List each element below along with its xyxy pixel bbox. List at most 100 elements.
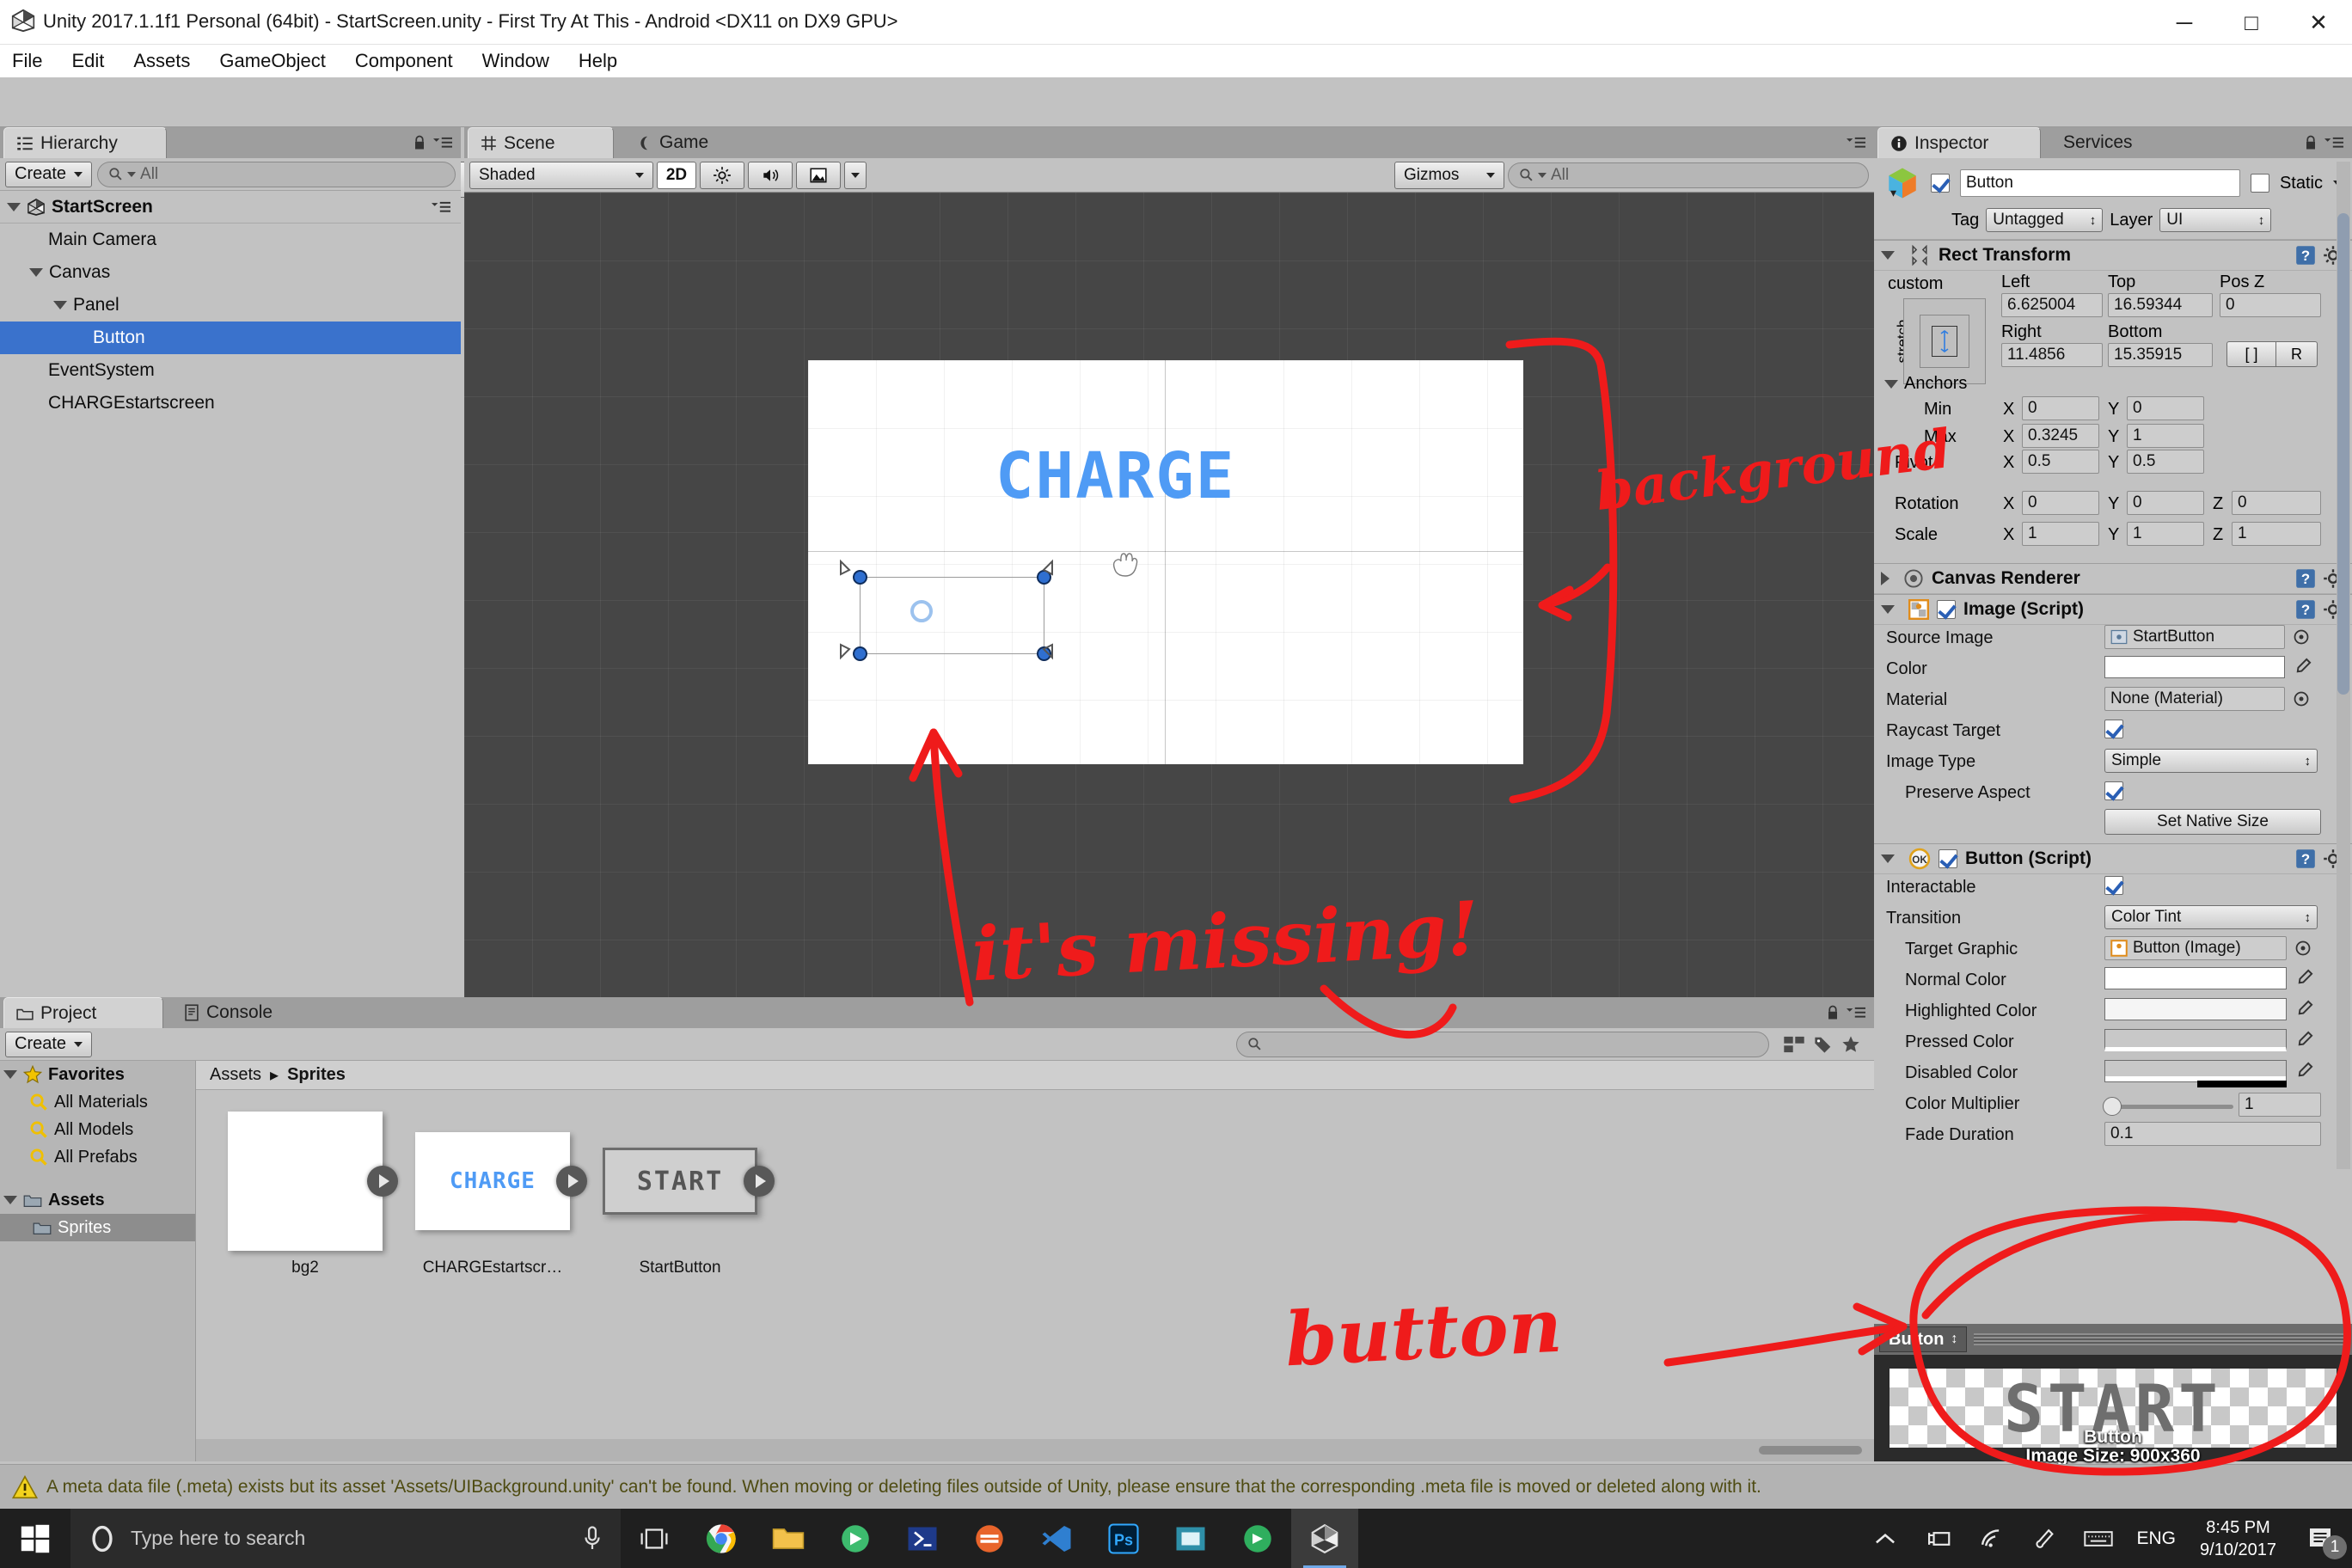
tab-inspector[interactable]: Inspector [1877, 127, 2041, 158]
tab-console[interactable]: Console [172, 997, 335, 1028]
eyedropper-icon[interactable] [2291, 656, 2313, 678]
scene-fx-dropdown[interactable] [844, 161, 867, 189]
layer-dropdown[interactable]: UI ↕ [2159, 208, 2272, 232]
scale-z-input[interactable]: 1 [2232, 522, 2321, 546]
anchor-preset-button[interactable] [1903, 298, 1986, 384]
preserve-aspect-checkbox[interactable] [2104, 781, 2123, 800]
eyedropper-icon[interactable] [2293, 1060, 2315, 1082]
object-name-input[interactable]: Button [1960, 169, 2240, 197]
chevron-down-icon[interactable] [7, 202, 21, 211]
chevron-down-icon[interactable] [53, 301, 67, 309]
project-create-button[interactable]: Create [5, 1031, 93, 1057]
scene-menu-icon[interactable] [432, 199, 450, 215]
posz-input[interactable]: 0 [2220, 293, 2321, 317]
lock-icon[interactable] [2304, 134, 2318, 151]
scene-viewport[interactable]: CHARGE [464, 193, 1874, 997]
panel-menu-icon[interactable] [1847, 1005, 1865, 1020]
component-header-image-script[interactable]: Image (Script) ? [1874, 594, 2352, 625]
chevron-down-icon[interactable] [1884, 379, 1898, 389]
normal-color-swatch[interactable] [2104, 967, 2287, 989]
hierarchy-create-button[interactable]: Create [5, 161, 93, 187]
inspector-scrollbar-thumb[interactable] [2337, 213, 2349, 695]
taskbar-app-orange[interactable] [956, 1509, 1023, 1568]
scene-shading-dropdown[interactable]: Shaded [469, 161, 653, 189]
anchor-min-y-input[interactable]: 0 [2127, 396, 2204, 420]
chevron-right-icon[interactable] [1881, 572, 1890, 585]
anchors-group-header[interactable]: Anchors [1884, 374, 1967, 394]
inspector-scrollbar[interactable] [2337, 162, 2350, 1169]
taskbar-vscode[interactable] [1023, 1509, 1090, 1568]
tray-power-button[interactable] [1912, 1509, 1965, 1568]
scene-2d-toggle[interactable]: 2D [657, 161, 696, 189]
anchor-max-x-input[interactable]: 0.3245 [2022, 424, 2099, 448]
slider-thumb[interactable] [2103, 1097, 2122, 1116]
menu-item-gameobject[interactable]: GameObject [219, 50, 326, 72]
scene-audio-toggle[interactable] [748, 161, 793, 189]
raycast-target-checkbox[interactable] [2104, 720, 2123, 738]
project-horizontal-scrollbar[interactable] [196, 1439, 1874, 1461]
static-checkbox[interactable] [2250, 174, 2269, 193]
hierarchy-item-chargestartscreen[interactable]: CHARGEstartscreen [0, 387, 461, 420]
scene-gizmos-dropdown[interactable]: Gizmos [1394, 161, 1504, 189]
chevron-down-icon[interactable] [1881, 854, 1895, 863]
menu-item-assets[interactable]: Assets [133, 50, 190, 72]
asset-item-chargestartscreen[interactable]: CHARGE CHARGEstartscr… [414, 1111, 587, 1439]
help-icon[interactable]: ? [2295, 245, 2316, 266]
project-nav-sprites[interactable]: Sprites [0, 1214, 195, 1241]
menu-item-help[interactable]: Help [579, 50, 617, 72]
tray-pen-button[interactable] [2018, 1509, 2072, 1568]
tray-clock[interactable]: 8:45 PM 9/10/2017 [2188, 1509, 2288, 1568]
chevron-down-icon[interactable] [1881, 251, 1895, 260]
asset-item-startbutton[interactable]: START StartButton [602, 1111, 775, 1439]
taskbar-powershell[interactable] [889, 1509, 956, 1568]
breadcrumb-root[interactable]: Assets [210, 1065, 261, 1085]
scrollbar-thumb[interactable] [1759, 1446, 1862, 1455]
tag-dropdown[interactable]: Untagged ↕ [1986, 208, 2104, 232]
image-enabled-checkbox[interactable] [1937, 600, 1956, 619]
panel-menu-icon[interactable] [433, 135, 452, 150]
menu-item-file[interactable]: File [12, 50, 42, 72]
pivot-y-input[interactable]: 0.5 [2127, 450, 2204, 474]
fade-duration-input[interactable]: 0.1 [2104, 1122, 2321, 1146]
object-enabled-checkbox[interactable] [1931, 174, 1950, 193]
asset-item-bg2[interactable]: bg2 [227, 1111, 398, 1439]
taskbar-app-green2[interactable] [1224, 1509, 1291, 1568]
tab-game[interactable]: Game [624, 127, 753, 158]
object-picker-icon[interactable] [2293, 690, 2310, 707]
anchor-min-x-input[interactable]: 0 [2022, 396, 2099, 420]
filter-favorite-icon[interactable] [1841, 1035, 1860, 1054]
hierarchy-item-eventsystem[interactable]: EventSystem [0, 354, 461, 387]
color-multiplier-input[interactable]: 1 [2239, 1093, 2321, 1117]
bottom-input[interactable]: 15.35915 [2108, 343, 2213, 367]
project-nav-favorites[interactable]: Favorites [0, 1061, 195, 1088]
preview-drag-handle[interactable] [1974, 1333, 2345, 1345]
eyedropper-icon[interactable] [2293, 998, 2315, 1020]
taskbar-app-green[interactable] [822, 1509, 889, 1568]
pivot-x-input[interactable]: 0.5 [2022, 450, 2099, 474]
help-icon[interactable]: ? [2295, 599, 2316, 620]
hierarchy-item-panel[interactable]: Panel [0, 289, 461, 322]
hierarchy-search-input[interactable]: All [97, 161, 456, 187]
help-icon[interactable]: ? [2295, 568, 2316, 589]
menu-item-window[interactable]: Window [482, 50, 549, 72]
tab-hierarchy[interactable]: Hierarchy [3, 127, 167, 158]
image-color-swatch[interactable] [2104, 656, 2285, 678]
minimize-button[interactable]: ─ [2151, 0, 2218, 45]
left-input[interactable]: 6.625004 [2001, 293, 2103, 317]
right-input[interactable]: 11.4856 [2001, 343, 2103, 367]
scene-fx-toggle[interactable] [796, 161, 841, 189]
anchor-max-y-input[interactable]: 1 [2127, 424, 2204, 448]
raw-edit-button[interactable]: R [2276, 341, 2318, 367]
hierarchy-item-main-camera[interactable]: Main Camera [0, 224, 461, 256]
material-field[interactable]: None (Material) [2104, 687, 2285, 711]
chevron-down-icon[interactable] [3, 1070, 17, 1079]
filter-type-icon[interactable] [1783, 1035, 1805, 1054]
menu-item-component[interactable]: Component [355, 50, 453, 72]
hierarchy-item-canvas[interactable]: Canvas [0, 256, 461, 289]
status-bar[interactable]: A meta data file (.meta) exists but its … [0, 1464, 2352, 1509]
blueprint-mode-button[interactable]: [ ] [2226, 341, 2276, 367]
target-graphic-field[interactable]: Button (Image) [2104, 936, 2287, 960]
transition-dropdown[interactable]: Color Tint ↕ [2104, 905, 2318, 929]
start-button[interactable] [0, 1509, 70, 1568]
scene-lighting-toggle[interactable] [700, 161, 744, 189]
